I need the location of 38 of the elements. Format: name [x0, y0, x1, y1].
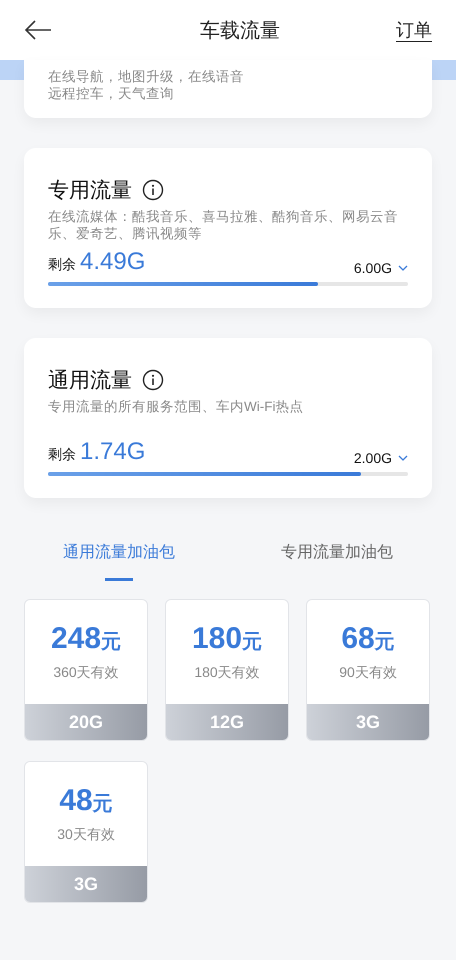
package-size: 12G [166, 704, 288, 740]
back-icon[interactable] [24, 19, 52, 41]
package-price: 68元 [341, 622, 395, 656]
card-title: 专用流量 [48, 178, 132, 204]
package-card[interactable]: 180元 180天有效 12G [165, 599, 289, 741]
page-title: 车载流量 [199, 18, 281, 44]
package-card[interactable]: 248元 360天有效 20G [24, 599, 148, 741]
service-description: 在线流媒体：酷我音乐、喜马拉雅、酷狗音乐、网易云音乐、爱奇艺、腾讯视频等 [48, 208, 399, 242]
package-size: 3G [307, 704, 429, 740]
package-validity: 180天有效 [194, 664, 260, 682]
package-validity: 90天有效 [339, 664, 397, 682]
info-icon[interactable] [142, 369, 164, 391]
info-icon[interactable] [142, 179, 164, 201]
package-card[interactable]: 68元 90天有效 3G [306, 599, 430, 741]
remaining-value: 4.49G [80, 248, 146, 276]
service-description: 专用流量的所有服务范围、车内Wi-Fi热点 [48, 398, 304, 416]
remaining-value: 1.74G [80, 438, 146, 466]
orders-link[interactable]: 订单 [396, 18, 432, 42]
package-price: 180元 [192, 622, 262, 656]
tab-indicator [105, 578, 133, 581]
package-price: 48元 [59, 784, 113, 818]
package-validity: 360天有效 [53, 664, 119, 682]
package-price: 248元 [50, 622, 122, 656]
package-validity: 30天有效 [57, 826, 115, 844]
total-dropdown[interactable]: 2.00G [354, 450, 408, 466]
package-card[interactable]: 48元 30天有效 3G [24, 761, 148, 903]
service-description: 远程控车，天气查询 [48, 85, 175, 102]
tab[interactable]: 通用流量加油包 [10, 530, 228, 581]
tab[interactable]: 专用流量加油包 [228, 530, 446, 581]
package-size: 20G [25, 704, 147, 740]
package-size: 3G [25, 866, 147, 902]
card-title: 通用流量 [48, 368, 132, 394]
remaining-label: 剩余 [48, 256, 76, 274]
chevron-down-icon [398, 265, 408, 271]
total-dropdown[interactable]: 6.00G [354, 260, 408, 276]
remaining-label: 剩余 [48, 446, 76, 464]
chevron-down-icon [398, 455, 408, 461]
service-description: 在线导航，地图升级，在线语音 [48, 68, 245, 85]
